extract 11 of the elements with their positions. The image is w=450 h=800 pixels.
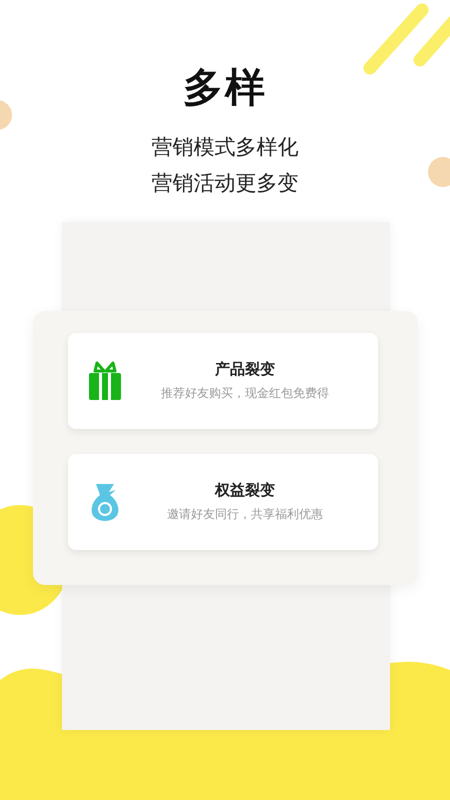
- circle-decoration: [428, 157, 450, 187]
- feature-card[interactable]: 产品裂变 推荐好友购买，现金红包免费得: [68, 333, 378, 429]
- headline: 多样: [183, 64, 267, 113]
- subtitle-text: 营销活动更多变: [152, 170, 298, 197]
- feature-card[interactable]: 权益裂变 邀请好友同行，共享福利优惠: [68, 454, 378, 550]
- feature-title: 权益裂变: [215, 481, 275, 500]
- gift-icon: [88, 361, 122, 401]
- feature-title: 产品裂变: [215, 360, 275, 379]
- feature-description: 邀请好友同行，共享福利优惠: [167, 506, 323, 523]
- feature-description: 推荐好友购买，现金红包免费得: [161, 385, 329, 402]
- subtitle-text: 营销模式多样化: [152, 134, 298, 161]
